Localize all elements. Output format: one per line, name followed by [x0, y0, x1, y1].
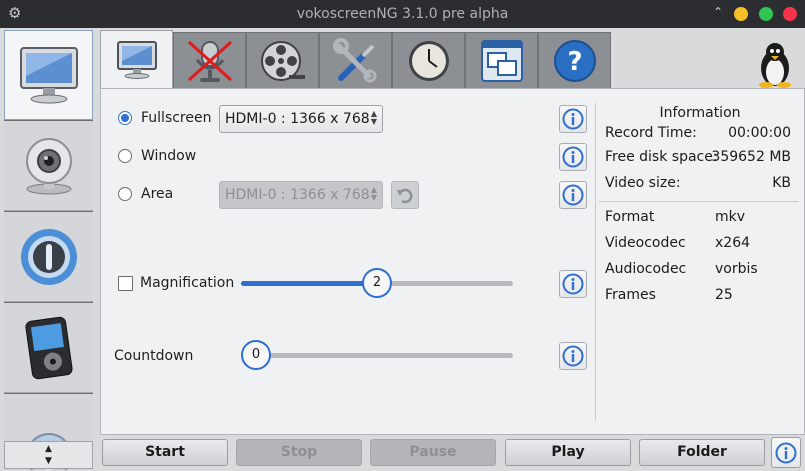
countdown-info-button[interactable]	[559, 342, 587, 370]
stop-button[interactable]: Stop	[236, 439, 362, 466]
magnification-info-button[interactable]	[559, 270, 587, 298]
magnification-checkbox[interactable]	[118, 276, 133, 291]
tux-penguin-icon	[759, 43, 791, 88]
windows-icon	[480, 39, 523, 82]
scroll-up-button[interactable]: ▲	[5, 443, 92, 455]
video-size-label: Video size:	[605, 175, 681, 191]
magnification-label: Magnification	[140, 275, 235, 291]
tab-settings[interactable]	[319, 32, 392, 88]
monitor-icon	[116, 40, 157, 79]
monitor-icon	[19, 47, 78, 104]
clock-icon	[408, 40, 449, 81]
magnifier-ring-icon	[20, 228, 77, 285]
bottom-info-button[interactable]	[771, 437, 801, 468]
tab-windows[interactable]	[465, 32, 538, 88]
sidebar-item-player[interactable]	[4, 303, 93, 393]
info-circle-icon	[775, 442, 797, 463]
audio-muted-icon	[187, 40, 232, 82]
media-player-icon	[24, 316, 73, 379]
record-time-label: Record Time:	[605, 125, 697, 141]
close-button[interactable]	[783, 7, 797, 21]
info-circle-icon	[562, 184, 584, 206]
free-disk-label: Free disk space:	[605, 149, 718, 165]
info-circle-icon	[562, 345, 584, 367]
undo-arrow-icon	[397, 188, 413, 204]
screen-tab-content: Fullscreen HDMI-0 : 1366 x 768 ▲ ▼ Window	[100, 88, 805, 435]
countdown-label: Countdown	[114, 348, 194, 364]
sidebar-item-webcam[interactable]	[4, 121, 93, 211]
info-circle-icon	[562, 273, 584, 295]
fullscreen-display-select[interactable]: HDMI-0 : 1366 x 768 ▲ ▼	[219, 105, 383, 133]
fullscreen-display-value: HDMI-0 : 1366 x 768	[225, 111, 370, 127]
slider-fill	[241, 281, 377, 286]
audiocodec-value: vorbis	[715, 261, 758, 277]
main-panel: ? Fullscreen HDMI-0 : 1366 x 768 ▲ ▼ Win…	[100, 30, 805, 435]
sidebar-item-screencast[interactable]	[4, 30, 93, 120]
tab-screen[interactable]	[100, 30, 173, 88]
info-circle-icon	[562, 108, 584, 130]
film-reel-icon	[260, 40, 305, 81]
tab-video[interactable]	[246, 32, 319, 88]
tab-timer[interactable]	[392, 32, 465, 88]
free-disk-value: 359652 MB	[711, 149, 791, 165]
play-button[interactable]: Play	[505, 439, 631, 466]
sidebar-item-magnifier[interactable]	[4, 212, 93, 302]
tools-icon	[332, 37, 376, 82]
scroll-down-button[interactable]: ▼	[5, 455, 92, 467]
panel-divider	[595, 103, 596, 421]
countdown-slider[interactable]: 0	[241, 340, 513, 371]
folder-button[interactable]: Folder	[639, 439, 765, 466]
title-bar: ⚙ vokoscreenNG 3.1.0 pre alpha ⌃	[0, 0, 805, 28]
area-info-button[interactable]	[559, 181, 587, 209]
fullscreen-info-button[interactable]	[559, 105, 587, 133]
magnification-slider[interactable]: 2	[241, 268, 513, 299]
maximize-button[interactable]	[759, 7, 773, 21]
pause-button[interactable]: Pause	[370, 439, 496, 466]
help-icon: ?	[553, 39, 596, 82]
tab-help[interactable]: ?	[538, 32, 611, 88]
tab-bar: ?	[100, 30, 805, 88]
format-value: mkv	[715, 209, 746, 225]
slider-handle[interactable]: 2	[362, 268, 392, 298]
minimize-button[interactable]	[734, 7, 748, 21]
format-label: Format	[605, 209, 655, 225]
window-label: Window	[141, 148, 197, 164]
area-label: Area	[141, 186, 174, 202]
control-button-bar: Start Stop Pause Play Folder	[100, 437, 805, 471]
window-title: vokoscreenNG 3.1.0 pre alpha	[296, 6, 509, 22]
information-title: Information	[659, 105, 741, 121]
window-radio[interactable]	[118, 149, 132, 163]
app-window: ⚙ vokoscreenNG 3.1.0 pre alpha ⌃ ▲ ▼ ? F…	[0, 0, 805, 471]
fullscreen-label: Fullscreen	[141, 110, 212, 126]
area-display-value: HDMI-0 : 1366 x 768	[225, 187, 370, 203]
start-button[interactable]: Start	[102, 439, 228, 466]
videocodec-value: x264	[715, 235, 751, 251]
svg-text:?: ?	[567, 47, 582, 77]
combo-arrows-icon: ▲ ▼	[370, 185, 377, 202]
audiocodec-label: Audiocodec	[605, 261, 687, 277]
slider-handle[interactable]: 0	[241, 340, 271, 370]
area-display-select[interactable]: HDMI-0 : 1366 x 768 ▲ ▼	[219, 181, 383, 209]
slider-track	[241, 353, 513, 358]
videocodec-label: Videocodec	[605, 235, 686, 251]
area-radio[interactable]	[118, 187, 132, 201]
tab-audio[interactable]	[173, 32, 246, 88]
frames-label: Frames	[605, 287, 656, 303]
combo-arrows-icon: ▲ ▼	[370, 109, 377, 126]
sidebar	[4, 30, 93, 470]
info-circle-icon	[562, 146, 584, 168]
sidebar-scroll: ▲ ▼	[4, 441, 93, 469]
window-info-button[interactable]	[559, 143, 587, 171]
record-time-value: 00:00:00	[728, 125, 791, 141]
area-reset-button[interactable]	[391, 181, 419, 209]
chevron-up-icon[interactable]: ⌃	[713, 5, 723, 19]
frames-value: 25	[715, 287, 733, 303]
video-size-value: KB	[772, 175, 791, 191]
webcam-icon	[25, 137, 72, 194]
fullscreen-radio[interactable]	[118, 111, 132, 125]
info-separator	[599, 201, 799, 202]
